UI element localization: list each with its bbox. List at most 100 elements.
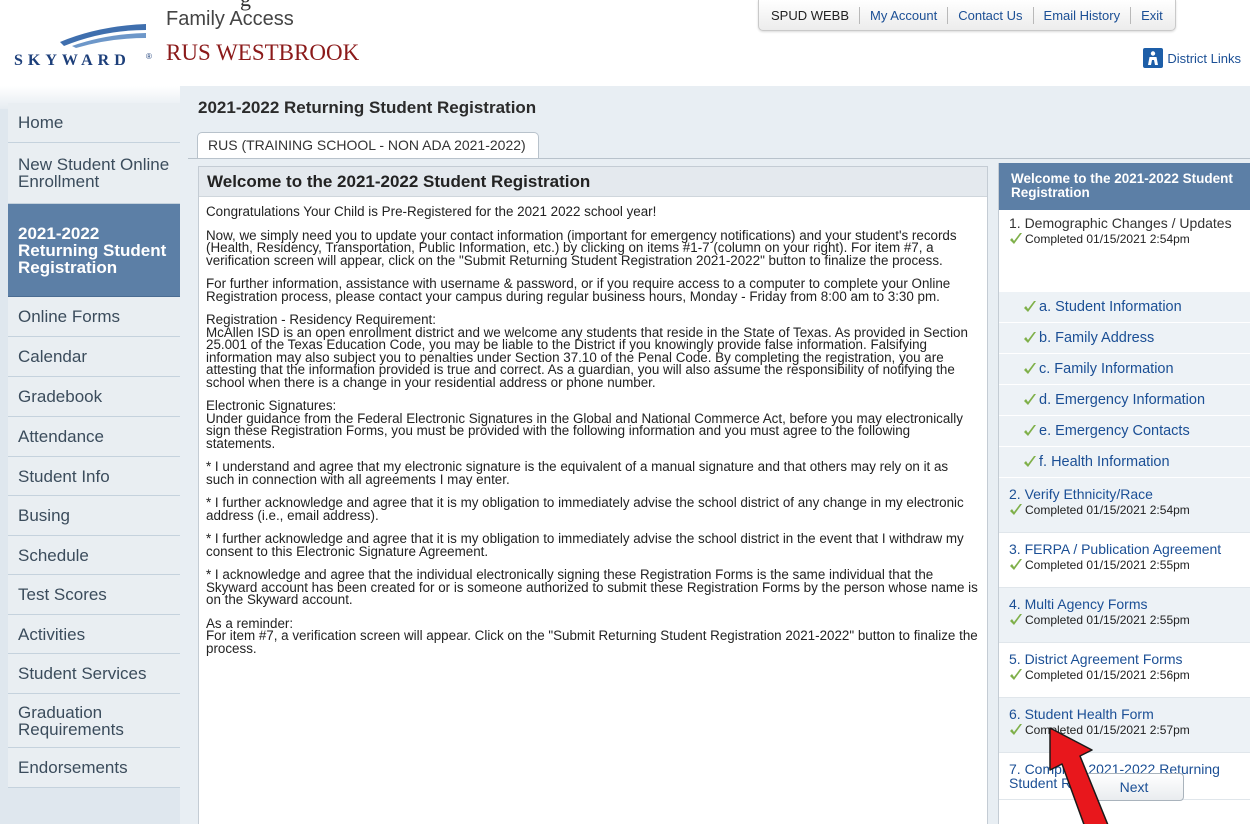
step-completed-text: Completed 01/15/2021 2:54pm <box>1025 503 1190 517</box>
step-title: 3. FERPA / Publication Agreement <box>1009 541 1222 557</box>
steps-panel-title: Welcome to the 2021-2022 Student Registr… <box>999 163 1250 210</box>
sidebar-item-activities[interactable]: Activities <box>8 615 180 654</box>
checkmark-icon <box>1010 724 1022 735</box>
sub-step-family-address[interactable]: b. Family Address <box>999 323 1250 354</box>
district-name: RUS WESTBROOK <box>166 40 360 65</box>
sub-step-label: c. Family Information <box>1039 361 1174 377</box>
sidebar-item-returning-registration[interactable]: 2021-2022 Returning Student Registration <box>8 204 180 297</box>
tab-divider <box>188 158 1250 159</box>
sidebar-item-home[interactable]: Home <box>8 103 180 143</box>
sidebar-item-gradebook[interactable]: Gradebook <box>8 377 180 417</box>
step-status: Completed 01/15/2021 2:55pm <box>1009 613 1244 627</box>
step-completed-text: Completed 01/15/2021 2:55pm <box>1025 613 1190 627</box>
nav-contact-us-link[interactable]: Contact Us <box>947 6 1032 24</box>
step-status: Completed 01/15/2021 2:54pm <box>1009 232 1244 246</box>
sub-step-family-information[interactable]: c. Family Information <box>999 354 1250 385</box>
sidebar-item-label: Online Forms <box>18 307 121 326</box>
checkmark-icon <box>1024 394 1036 405</box>
steps-panel: Welcome to the 2021-2022 Student Registr… <box>998 163 1250 824</box>
sub-step-emergency-contacts[interactable]: e. Emergency Contacts <box>999 416 1250 447</box>
step-title: 1. Demographic Changes / Updates <box>1009 215 1232 231</box>
step-3[interactable]: 3. FERPA / Publication Agreement Complet… <box>999 533 1250 588</box>
step-4[interactable]: 4. Multi Agency Forms Completed 01/15/20… <box>999 588 1250 643</box>
sidebar-item-label: Activities <box>18 624 86 644</box>
sub-step-emergency-information[interactable]: d. Emergency Information <box>999 385 1250 416</box>
paragraph: Congratulations Your Child is Pre-Regist… <box>206 204 657 219</box>
sidebar-item-label: Test Scores <box>18 585 107 604</box>
welcome-panel-body: Congratulations Your Child is Pre-Regist… <box>199 197 987 655</box>
sidebar-item-label: Home <box>18 113 64 132</box>
checkmark-icon <box>1010 614 1022 625</box>
sidebar-item-calendar[interactable]: Calendar <box>8 337 180 377</box>
paragraph: Registration - Residency Requirement: Mc… <box>206 312 968 390</box>
paragraph: * I further acknowledge and agree that i… <box>206 531 964 559</box>
nav-email-history-link[interactable]: Email History <box>1032 6 1131 24</box>
sidebar-item-new-student-enrollment[interactable]: New Student Online Enrollment <box>8 143 180 204</box>
step-status: Completed 01/15/2021 2:54pm <box>1009 503 1244 517</box>
district-links-link[interactable]: District Links <box>1143 48 1241 68</box>
district-building-icon <box>1143 48 1164 68</box>
step-title: 5. District Agreement Forms <box>1009 651 1183 667</box>
checkmark-icon <box>1024 301 1036 312</box>
logo-wordmark: SKYWARD <box>14 52 131 69</box>
sidebar-item-busing[interactable]: Busing <box>8 496 180 536</box>
sidebar-item-endorsements[interactable]: Endorsements <box>8 748 180 788</box>
sidebar-item-label: Endorsements <box>18 758 128 777</box>
sidebar-item-test-scores[interactable]: Test Scores <box>8 575 180 615</box>
sidebar-item-online-forms[interactable]: Online Forms <box>8 297 180 337</box>
sidebar-item-attendance[interactable]: Attendance <box>8 417 180 457</box>
step-completed-text: Completed 01/15/2021 2:55pm <box>1025 558 1190 572</box>
sidebar-item-label: Busing <box>18 506 70 525</box>
next-button[interactable]: Next <box>1084 773 1184 801</box>
step-completed-text: Completed 01/15/2021 2:54pm <box>1025 232 1190 246</box>
sidebar-item-label: Student Info <box>18 466 110 486</box>
logo-swoosh-icon <box>60 24 146 48</box>
header: g SKYWARD ® Family Access RUS WESTBROOK … <box>0 0 1250 86</box>
nav-user-name: SPUD WEBB <box>771 7 850 23</box>
checkmark-icon <box>1024 456 1036 467</box>
checkmark-icon <box>1010 559 1022 570</box>
sub-step-student-information[interactable]: a. Student Information <box>999 292 1250 323</box>
step-completed-text: Completed 01/15/2021 2:56pm <box>1025 668 1190 682</box>
paragraph: For further information, assistance with… <box>206 276 951 304</box>
step-status: Completed 01/15/2021 2:57pm <box>1009 723 1244 737</box>
step-title: 4. Multi Agency Forms <box>1009 596 1148 612</box>
sub-step-label: e. Emergency Contacts <box>1039 423 1190 439</box>
step-1[interactable]: 1. Demographic Changes / Updates Complet… <box>999 210 1250 292</box>
nav-exit-link[interactable]: Exit <box>1130 6 1173 24</box>
step-6[interactable]: 6. Student Health Form Completed 01/15/2… <box>999 698 1250 753</box>
checkmark-icon <box>1024 425 1036 436</box>
app-title: Family Access <box>166 8 294 30</box>
step-title: 6. Student Health Form <box>1009 706 1154 722</box>
paragraph: Electronic Signatures: Under guidance fr… <box>206 398 963 451</box>
checkmark-icon <box>1010 669 1022 680</box>
paragraph: As a reminder: For item #7, a verificati… <box>206 615 978 656</box>
step-status: Completed 01/15/2021 2:55pm <box>1009 558 1244 572</box>
checkmark-icon <box>1024 363 1036 374</box>
sidebar-item-student-services[interactable]: Student Services <box>8 654 180 694</box>
step-5[interactable]: 5. District Agreement Forms Completed 01… <box>999 643 1250 698</box>
district-links-label: District Links <box>1167 50 1241 66</box>
main-area: 2021-2022 Returning Student Registration… <box>180 86 1250 824</box>
sidebar-item-label: Attendance <box>18 427 105 446</box>
paragraph: * I understand and agree that my electro… <box>206 459 949 487</box>
sidebar-item-label: Graduation Requirements <box>18 702 124 739</box>
page-title: 2021-2022 Returning Student Registration <box>198 98 537 117</box>
sidebar-item-label: Calendar <box>18 347 87 366</box>
logo-registered-mark: ® <box>146 52 152 61</box>
sub-step-health-information[interactable]: f. Health Information <box>999 447 1250 478</box>
sidebar-item-graduation-requirements[interactable]: Graduation Requirements <box>8 694 180 748</box>
sidebar-item-student-info[interactable]: Student Info <box>8 457 180 496</box>
tab-school[interactable]: RUS (TRAINING SCHOOL - NON ADA 2021-2022… <box>197 132 539 158</box>
checkmark-icon <box>1010 504 1022 515</box>
sidebar-item-schedule[interactable]: Schedule <box>8 536 180 575</box>
skyward-logo[interactable]: SKYWARD ® <box>14 22 152 74</box>
nav-my-account-link[interactable]: My Account <box>859 6 947 24</box>
welcome-panel-title: Welcome to the 2021-2022 Student Registr… <box>199 167 987 197</box>
sidebar-item-label: 2021-2022 Returning Student Registration <box>18 223 167 277</box>
paragraph: Now, we simply need you to update your c… <box>206 227 957 268</box>
sub-step-label: b. Family Address <box>1039 330 1155 346</box>
step-2[interactable]: 2. Verify Ethnicity/Race Completed 01/15… <box>999 478 1250 533</box>
paragraph: * I acknowledge and agree that the indiv… <box>206 567 978 607</box>
welcome-panel: Welcome to the 2021-2022 Student Registr… <box>198 166 988 824</box>
